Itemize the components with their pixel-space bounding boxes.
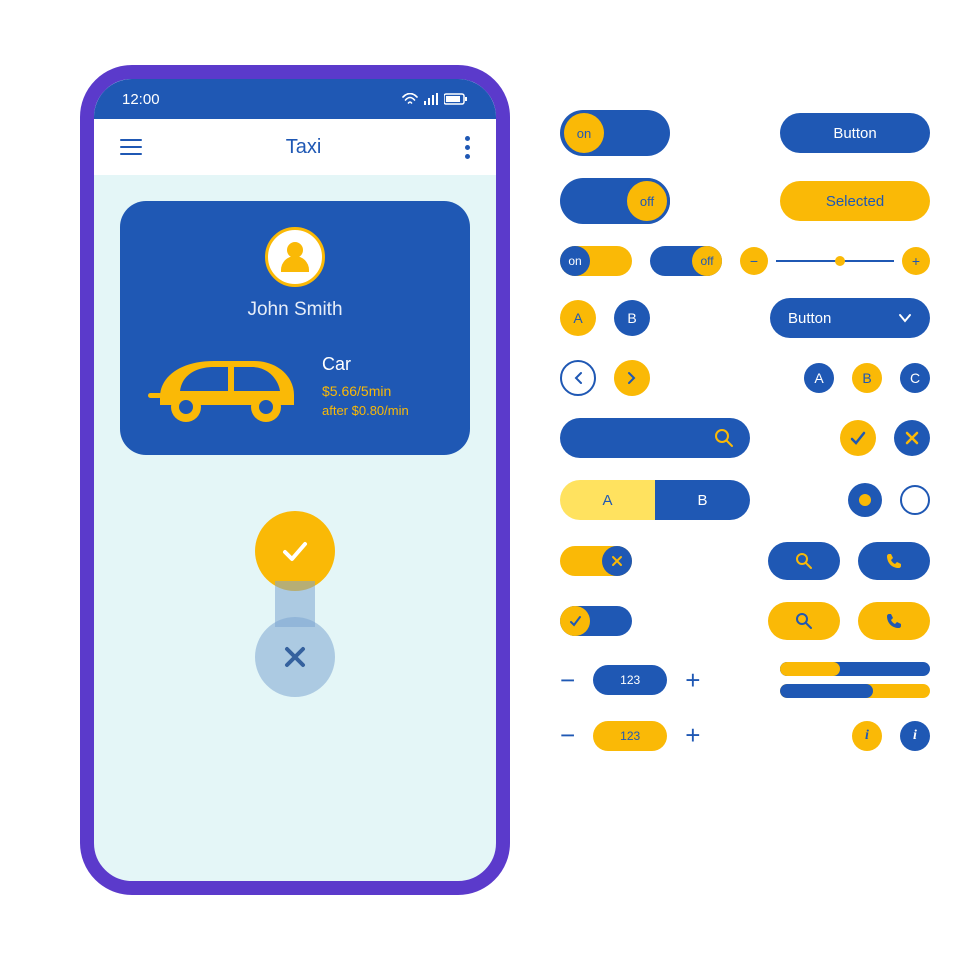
- chevron-left-icon: [573, 371, 583, 385]
- toggle-on-large[interactable]: on: [560, 110, 670, 156]
- check-icon: [568, 614, 582, 628]
- hamburger-icon[interactable]: [120, 139, 142, 155]
- segment-b[interactable]: B: [655, 480, 750, 520]
- phone-icon: [885, 552, 903, 570]
- info-button-blue[interactable]: i: [900, 721, 930, 751]
- search-pill-blue[interactable]: [768, 542, 840, 580]
- option-b-blue[interactable]: B: [614, 300, 650, 336]
- chevron-down-icon: [898, 313, 912, 323]
- toggle-on-knob: on: [564, 113, 604, 153]
- progress-bar-2[interactable]: [780, 684, 930, 698]
- toggle-on-small[interactable]: on: [560, 246, 632, 276]
- app-bar: Taxi: [94, 119, 496, 175]
- car-icon: [142, 347, 302, 425]
- pager-a[interactable]: A: [804, 363, 834, 393]
- toggle-check[interactable]: [560, 606, 632, 636]
- search-icon: [714, 428, 734, 448]
- nav-prev[interactable]: [560, 360, 596, 396]
- call-pill-yellow[interactable]: [858, 602, 930, 640]
- check-icon: [277, 533, 313, 569]
- search-icon: [795, 552, 813, 570]
- chevron-right-icon: [627, 371, 637, 385]
- nav-next[interactable]: [614, 360, 650, 396]
- pager-b[interactable]: B: [852, 363, 882, 393]
- page-title: Taxi: [142, 136, 465, 159]
- slider-minus[interactable]: −: [740, 247, 768, 275]
- search-pill[interactable]: [560, 418, 750, 458]
- toggle-close[interactable]: [560, 546, 632, 576]
- segmented-control[interactable]: A B: [560, 480, 750, 520]
- stepper-value-blue: 123: [593, 665, 667, 695]
- close-circle[interactable]: [894, 420, 930, 456]
- accept-button[interactable]: [255, 511, 335, 591]
- confirm-control: [252, 511, 338, 697]
- selected-button[interactable]: Selected: [780, 181, 930, 221]
- stepper2-plus[interactable]: +: [685, 720, 700, 751]
- radio-selected[interactable]: [848, 483, 882, 517]
- stepper-plus[interactable]: +: [685, 665, 700, 696]
- ui-kit: on Button off Selected on off − + A B Bu…: [560, 110, 930, 751]
- check-icon: [849, 429, 867, 447]
- vehicle-type: Car: [322, 354, 409, 375]
- driver-name: John Smith: [247, 299, 342, 321]
- phone-icon: [885, 612, 903, 630]
- search-pill-yellow[interactable]: [768, 602, 840, 640]
- confirm-circle[interactable]: [840, 420, 876, 456]
- segment-a[interactable]: A: [560, 480, 655, 520]
- call-pill-blue[interactable]: [858, 542, 930, 580]
- primary-button[interactable]: Button: [780, 113, 930, 153]
- search-icon: [795, 612, 813, 630]
- signal-icon: [424, 93, 438, 105]
- status-icons: [402, 93, 468, 105]
- wifi-icon: [402, 93, 418, 105]
- battery-icon: [444, 93, 468, 105]
- close-icon: [904, 430, 920, 446]
- status-bar: 12:00: [94, 79, 496, 119]
- progress-bar-1[interactable]: [780, 662, 930, 676]
- radio-unselected[interactable]: [900, 485, 930, 515]
- overflow-menu-icon[interactable]: [465, 136, 470, 159]
- driver-card: John Smith Car $5.66/5min after $0.80/mi…: [120, 201, 470, 455]
- slider-track[interactable]: [776, 260, 894, 262]
- phone-frame: 12:00 Taxi John Smith: [80, 65, 510, 895]
- status-time: 12:00: [122, 91, 160, 108]
- pricing: Car $5.66/5min after $0.80/min: [322, 354, 409, 418]
- toggle-off-knob: off: [624, 178, 670, 224]
- toggle-off-large[interactable]: off: [560, 178, 670, 224]
- avatar: [265, 227, 325, 287]
- close-icon: [280, 642, 310, 672]
- option-a-yellow[interactable]: A: [560, 300, 596, 336]
- toggle-off-small[interactable]: off: [650, 246, 722, 276]
- price-after: after $0.80/min: [322, 403, 409, 418]
- slider-plus[interactable]: +: [902, 247, 930, 275]
- dropdown-button[interactable]: Button: [770, 298, 930, 338]
- close-icon: [611, 555, 623, 567]
- cancel-button[interactable]: [255, 617, 335, 697]
- stepper-value-yellow: 123: [593, 721, 667, 751]
- price-initial: $5.66/5min: [322, 383, 409, 399]
- slider-thumb[interactable]: [835, 256, 845, 266]
- info-button-yellow[interactable]: i: [852, 721, 882, 751]
- stepper-minus[interactable]: −: [560, 665, 575, 696]
- stepper2-minus[interactable]: −: [560, 720, 575, 751]
- pager-c[interactable]: C: [900, 363, 930, 393]
